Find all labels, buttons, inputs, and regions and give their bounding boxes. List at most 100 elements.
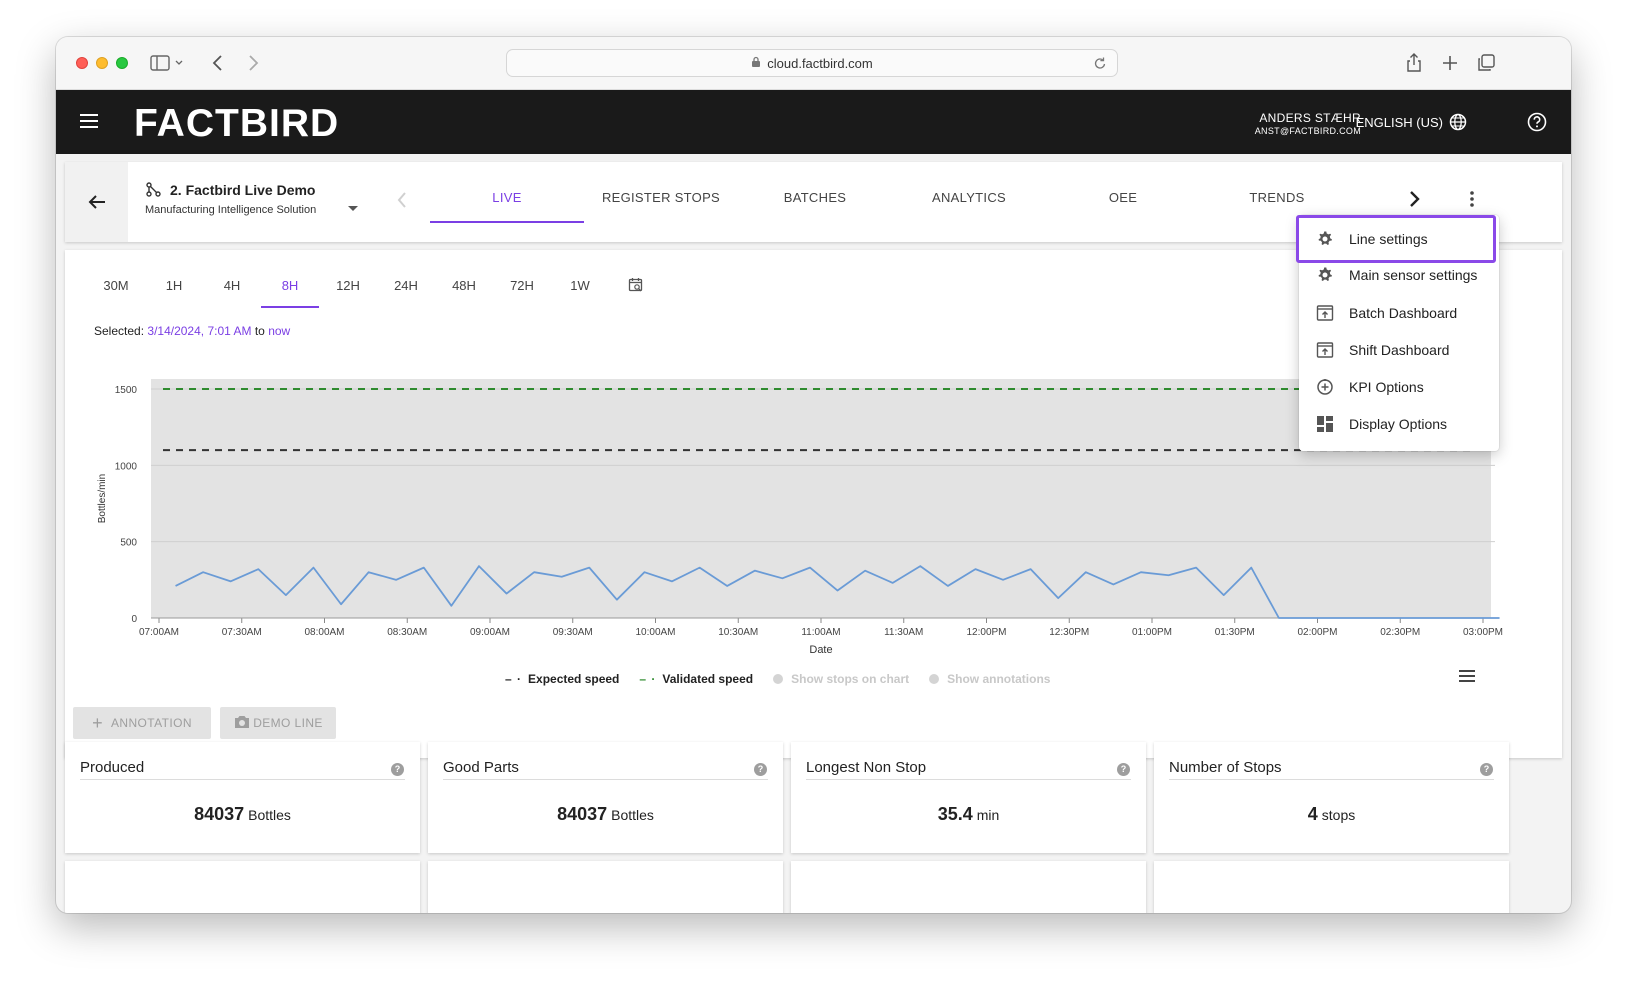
kpi-card-longest-non-stop: Longest Non Stop ? 35.4 min xyxy=(791,742,1146,853)
help-icon[interactable]: ? xyxy=(1117,763,1130,776)
more-options-icon[interactable] xyxy=(1469,190,1475,213)
menu-label: Display Options xyxy=(1349,416,1448,432)
kpi-value: 84037 Bottles xyxy=(65,804,420,825)
back-arrow-icon[interactable] xyxy=(211,52,225,74)
legend-annotations-label: Show annotations xyxy=(947,672,1051,686)
arrow-left-icon xyxy=(88,195,105,209)
menu-item-batch-dashboard[interactable]: Batch Dashboard xyxy=(1299,295,1499,331)
kpi-number: 84037 xyxy=(557,804,608,824)
legend-dot xyxy=(773,674,784,684)
help-icon[interactable]: ? xyxy=(1480,763,1493,776)
sidebar-toggle-icon[interactable] xyxy=(150,52,184,74)
menu-label: KPI Options xyxy=(1349,379,1424,395)
help-icon[interactable] xyxy=(1527,112,1547,137)
lock-icon xyxy=(751,56,761,71)
kpi-title: Good Parts xyxy=(443,759,768,780)
hamburger-menu-icon[interactable] xyxy=(80,114,98,128)
add-annotation-button[interactable]: + ANNOTATION xyxy=(73,707,211,739)
tab-analytics[interactable]: ANALYTICS xyxy=(892,190,1046,205)
x-tick-label: 10:30AM xyxy=(718,627,758,638)
menu-item-shift-dashboard[interactable]: Shift Dashboard xyxy=(1299,332,1499,368)
x-tick-label: 08:00AM xyxy=(304,627,344,638)
active-tab-indicator xyxy=(430,221,584,223)
url-text: cloud.factbird.com xyxy=(767,55,873,71)
globe-icon xyxy=(1449,113,1467,131)
x-tick-label: 02:30PM xyxy=(1380,627,1420,638)
menu-item-display-options[interactable]: Display Options xyxy=(1299,406,1499,442)
line-network-icon xyxy=(146,182,161,197)
chart-legend: – · Expected speed – · Validated speed Sho… xyxy=(505,672,1070,686)
demo-line-label: DEMO LINE xyxy=(253,716,323,730)
browser-window: cloud.factbird.com FACTBIRD ANDERS STÆHR… xyxy=(56,37,1571,913)
legend-dot xyxy=(929,674,940,684)
forward-arrow-icon[interactable] xyxy=(246,52,260,74)
plot-background xyxy=(151,379,1491,618)
kpi-value: 4 stops xyxy=(1154,804,1509,825)
demo-line-button[interactable]: DEMO LINE xyxy=(220,707,336,739)
kpi-card-partial xyxy=(65,861,420,913)
tab-oee[interactable]: OEE xyxy=(1046,190,1200,205)
factbird-logo[interactable]: FACTBIRD xyxy=(134,102,339,146)
tabs-prev-icon xyxy=(397,192,407,213)
legend-dash-black: – · xyxy=(505,672,523,686)
x-tick-label: 12:00PM xyxy=(966,627,1006,638)
y-tick-label: 0 xyxy=(131,614,137,625)
x-tick-label: 08:30AM xyxy=(387,627,427,638)
user-email: ANST@FACTBIRD.COM xyxy=(1254,126,1361,136)
close-window-button[interactable] xyxy=(76,57,88,69)
legend-show-stops[interactable]: Show stops on chart xyxy=(773,672,909,686)
menu-label: Main sensor settings xyxy=(1349,267,1478,283)
y-tick-label: 1500 xyxy=(115,385,138,396)
reload-icon[interactable] xyxy=(1093,55,1107,74)
dashboard-upload-icon xyxy=(1315,303,1335,323)
dashboard-upload-icon xyxy=(1315,340,1335,360)
kpi-card-good-parts: Good Parts ? 84037 Bottles xyxy=(428,742,783,853)
x-tick-label: 02:00PM xyxy=(1297,627,1337,638)
caret-down-icon[interactable] xyxy=(348,199,358,217)
kpi-unit: stops xyxy=(1321,807,1356,823)
tab-batches[interactable]: BATCHES xyxy=(738,190,892,205)
highlight-outline xyxy=(1296,215,1496,263)
x-tick-label: 01:00PM xyxy=(1132,627,1172,638)
back-button[interactable] xyxy=(65,162,128,242)
x-tick-label: 09:00AM xyxy=(470,627,510,638)
plus-icon: + xyxy=(92,712,104,733)
tab-register-stops[interactable]: REGISTER STOPS xyxy=(584,190,738,205)
share-icon[interactable] xyxy=(1406,52,1422,74)
zoom-window-button[interactable] xyxy=(116,57,128,69)
tab-trends[interactable]: TRENDS xyxy=(1200,190,1354,205)
user-account[interactable]: ANDERS STÆHR ANST@FACTBIRD.COM xyxy=(1255,111,1361,136)
line-selector[interactable]: 2. Factbird Live Demo Manufacturing Inte… xyxy=(145,182,316,216)
kpi-card-partial xyxy=(428,861,783,913)
legend-expected-label: Expected speed xyxy=(528,672,620,686)
tab-overview-icon[interactable] xyxy=(1477,52,1495,74)
new-tab-icon[interactable] xyxy=(1442,52,1458,74)
annotation-label: ANNOTATION xyxy=(111,716,192,730)
x-tick-label: 07:00AM xyxy=(139,627,179,638)
kpi-target-icon xyxy=(1315,377,1335,397)
kpi-value: 84037 Bottles xyxy=(428,804,783,825)
line-subtitle: Manufacturing Intelligence Solution xyxy=(145,204,317,216)
help-icon[interactable]: ? xyxy=(754,763,767,776)
chart-menu-icon[interactable] xyxy=(1459,670,1475,685)
kpi-value: 35.4 min xyxy=(791,804,1146,825)
menu-item-kpi-options[interactable]: KPI Options xyxy=(1299,369,1499,405)
y-axis-title: Bottles/min xyxy=(97,474,108,523)
language-selector[interactable]: ENGLISH (US) xyxy=(1356,113,1467,131)
x-axis-title: Date xyxy=(809,644,832,656)
legend-show-annotations[interactable]: Show annotations xyxy=(929,672,1050,686)
x-tick-label: 03:00PM xyxy=(1463,627,1503,638)
camera-icon xyxy=(233,714,251,733)
app-header: FACTBIRD ANDERS STÆHR ANST@FACTBIRD.COM … xyxy=(56,90,1571,154)
minimize-window-button[interactable] xyxy=(96,57,108,69)
kpi-number: 35.4 xyxy=(937,804,973,824)
legend-expected-speed[interactable]: – · Expected speed xyxy=(505,672,619,686)
tabs-next-icon[interactable] xyxy=(1409,190,1421,213)
y-tick-label: 500 xyxy=(120,538,137,549)
legend-dash-green: – · xyxy=(639,672,657,686)
address-bar[interactable]: cloud.factbird.com xyxy=(506,49,1118,77)
legend-validated-speed[interactable]: – · Validated speed xyxy=(639,672,753,686)
tab-live[interactable]: LIVE xyxy=(430,190,584,205)
grid-layout-icon xyxy=(1315,414,1335,434)
help-icon[interactable]: ? xyxy=(391,763,404,776)
